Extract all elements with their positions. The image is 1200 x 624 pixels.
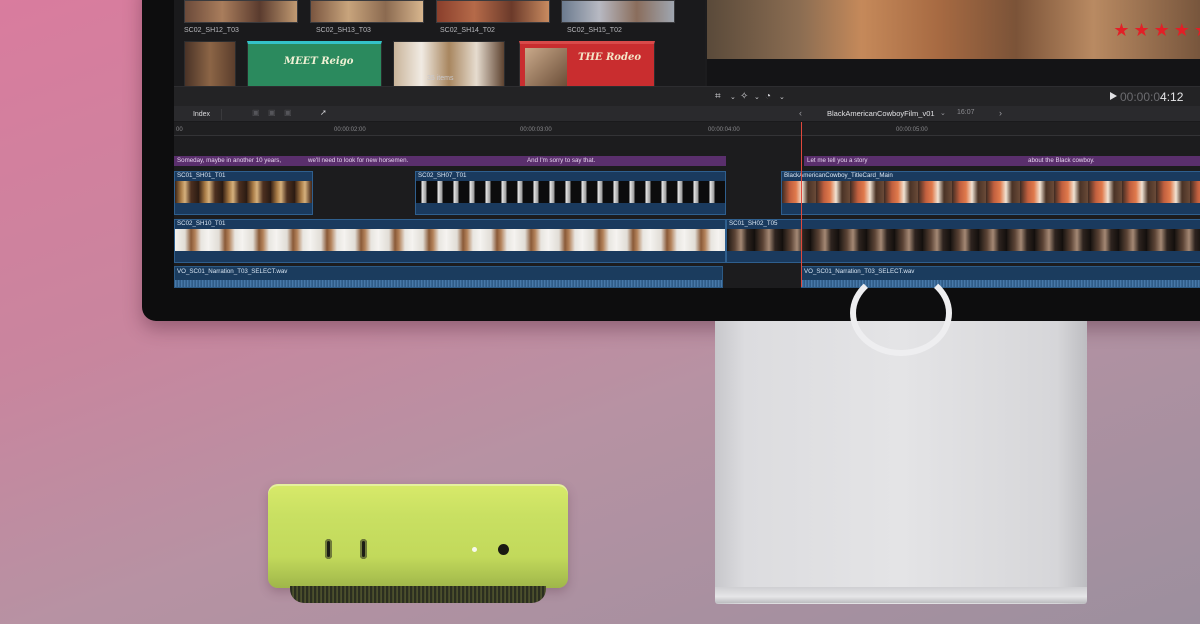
filmstrip bbox=[727, 229, 1200, 251]
project-title[interactable]: BlackAmericanCowboyFilm_v01 bbox=[827, 109, 935, 118]
timeline-header: Index ▣ ▣ ▣ ➚ ‹ BlackAmericanCowboyFilm_… bbox=[174, 106, 1200, 122]
clip-name: VO_SC01_Narration_T03_SELECT.wav bbox=[177, 268, 288, 275]
audio-waveform bbox=[175, 280, 722, 287]
filmstrip bbox=[416, 181, 725, 203]
timecode-dim: 00:00:0 bbox=[1120, 90, 1161, 104]
browser-clip[interactable]: MEET Reigo bbox=[247, 41, 382, 88]
clip-name: SC01_SH02_T05 bbox=[729, 220, 778, 227]
clip-title-art: THE Rodeo bbox=[578, 52, 641, 63]
stand-foot bbox=[715, 587, 1087, 603]
edit-insert-icon[interactable]: ▣ bbox=[268, 108, 276, 117]
caption-text: about the Black cowboy. bbox=[1028, 157, 1095, 164]
edit-overwrite-icon[interactable]: ▣ bbox=[284, 108, 292, 117]
filmstrip bbox=[175, 229, 725, 251]
usb-c-port bbox=[360, 539, 367, 559]
chevron-down-icon[interactable]: ⌄ bbox=[940, 109, 946, 117]
stand-cutout bbox=[850, 270, 952, 356]
ruler-tick: 00:00:03:00 bbox=[520, 127, 552, 133]
display-stand bbox=[715, 321, 1087, 604]
thumbnail-label: SC02_SH14_T02 bbox=[440, 27, 495, 34]
browser-thumbnail[interactable] bbox=[184, 0, 298, 23]
thumbnail-label: SC02_SH12_T03 bbox=[184, 27, 239, 34]
browser-clip[interactable] bbox=[184, 41, 236, 88]
final-cut-pro-window: SC02_SH12_T03 SC02_SH13_T03 SC02_SH14_T0… bbox=[174, 0, 1200, 288]
studio-display: SC02_SH12_T03 SC02_SH13_T03 SC02_SH14_T0… bbox=[142, 0, 1200, 321]
caption-text: Let me tell you a story bbox=[807, 157, 868, 164]
wand-icon[interactable]: ✧ bbox=[740, 91, 748, 102]
ruler-tick: 00:00:05:00 bbox=[896, 127, 928, 133]
headphone-jack bbox=[498, 544, 509, 555]
ruler-tick: 00:00:02:00 bbox=[334, 127, 366, 133]
edit-append-icon[interactable]: ▣ bbox=[252, 108, 260, 117]
caption-clip[interactable]: Someday, maybe in another 10 years, bbox=[174, 156, 305, 166]
mac-mini bbox=[268, 484, 568, 588]
thumbnail-label: SC02_SH13_T03 bbox=[316, 27, 371, 34]
mac-mini-vent bbox=[290, 586, 546, 603]
viewer[interactable]: ★★★★★ bbox=[707, 0, 1200, 86]
viewer-toolbar: ⌗ ⌄ ✧ ⌄ ◔ ⌄ 00:00:04:12 bbox=[174, 86, 1200, 106]
thumbnail-label: SC02_SH15_T02 bbox=[567, 27, 622, 34]
power-led bbox=[472, 547, 477, 552]
ruler-tick: 00:00:04:00 bbox=[708, 127, 740, 133]
chevron-left-icon[interactable]: ‹ bbox=[799, 108, 802, 118]
video-clip[interactable]: SC02_SH07_T01 bbox=[415, 171, 726, 215]
video-clip[interactable]: SC01_SH02_T05 bbox=[726, 219, 1200, 263]
caption-clip[interactable]: Let me tell you a story bbox=[804, 156, 1025, 166]
filmstrip bbox=[782, 181, 1200, 203]
clip-name: SC02_SH10_T01 bbox=[177, 220, 226, 227]
browser-thumbnail[interactable] bbox=[310, 0, 424, 23]
chevron-right-icon[interactable]: › bbox=[999, 108, 1002, 118]
browser-thumbnail[interactable] bbox=[561, 0, 675, 23]
playhead[interactable] bbox=[801, 122, 802, 287]
clip-photo bbox=[525, 48, 567, 86]
caption-clip[interactable]: we'll need to look for new horsemen. bbox=[305, 156, 524, 166]
chevron-down-icon[interactable]: ⌄ bbox=[730, 93, 736, 101]
media-browser: SC02_SH12_T03 SC02_SH13_T03 SC02_SH14_T0… bbox=[174, 0, 705, 88]
video-clip[interactable]: SC01_SH01_T01 bbox=[174, 171, 313, 215]
clip-name: SC01_SH01_T01 bbox=[177, 172, 226, 179]
speed-icon[interactable]: ◔ bbox=[765, 91, 771, 102]
video-clip[interactable]: SC02_SH10_T01 bbox=[174, 219, 726, 263]
caption-clip[interactable]: And I'm sorry to say that. bbox=[524, 156, 726, 166]
caption-clip[interactable]: about the Black cowboy. bbox=[1025, 156, 1200, 166]
rating-stars: ★★★★★ bbox=[1113, 20, 1200, 40]
filmstrip bbox=[175, 181, 312, 203]
caption-text: And I'm sorry to say that. bbox=[527, 157, 596, 164]
audio-clip[interactable]: VO_SC01_Narration_T03_SELECT.wav bbox=[174, 266, 723, 288]
caption-text: we'll need to look for new horsemen. bbox=[308, 157, 409, 164]
browser-clip[interactable]: THE Rodeo bbox=[519, 41, 655, 88]
chevron-down-icon[interactable]: ⌄ bbox=[754, 93, 760, 101]
chevron-down-icon[interactable]: ⌄ bbox=[779, 93, 785, 101]
ruler-tick: 00 bbox=[176, 127, 183, 133]
video-clip[interactable]: BlackAmericanCowboy_TitleCard_Main bbox=[781, 171, 1200, 215]
timecode-value: 4:12 bbox=[1160, 90, 1184, 104]
timecode-display: 00:00:04:12 bbox=[1120, 90, 1183, 104]
items-count: 35 items bbox=[427, 75, 454, 82]
pointer-icon[interactable]: ➚ bbox=[320, 108, 327, 117]
clip-title-art: MEET Reigo bbox=[284, 56, 354, 67]
clip-name: SC02_SH07_T01 bbox=[418, 172, 467, 179]
browser-thumbnail[interactable] bbox=[436, 0, 550, 23]
play-icon[interactable] bbox=[1110, 92, 1117, 100]
usb-c-port bbox=[325, 539, 332, 559]
timeline-ruler[interactable]: 00 00:00:02:00 00:00:03:00 00:00:04:00 0… bbox=[174, 122, 1200, 136]
caption-text: Someday, maybe in another 10 years, bbox=[177, 157, 282, 164]
crop-icon[interactable]: ⌗ bbox=[715, 91, 721, 102]
index-button[interactable]: Index bbox=[182, 109, 222, 120]
project-duration: 16:07 bbox=[957, 109, 975, 116]
